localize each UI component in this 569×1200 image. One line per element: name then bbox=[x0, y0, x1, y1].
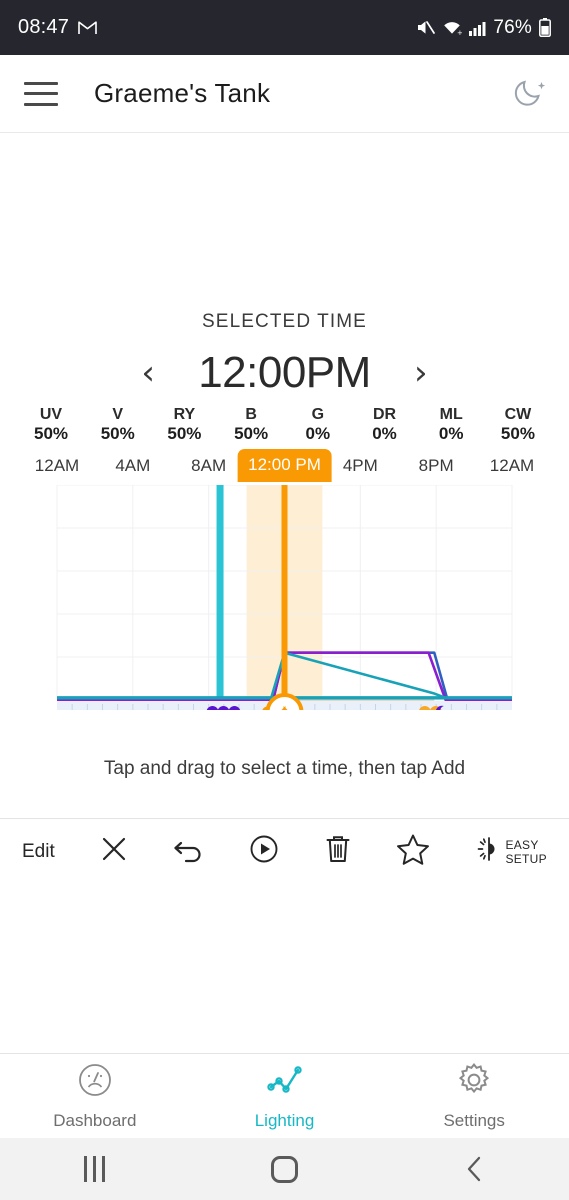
next-time-button[interactable]: › bbox=[409, 356, 433, 390]
brightness-half-icon bbox=[473, 834, 499, 869]
status-bar-left: 08:47 bbox=[18, 16, 97, 39]
nav-item-dashboard[interactable]: Dashboard bbox=[0, 1054, 190, 1138]
preview-button[interactable] bbox=[248, 833, 280, 870]
x-axis-tick-label: 12AM bbox=[489, 456, 535, 475]
easy-setup-label: EASY SETUP bbox=[505, 838, 547, 866]
trash-icon bbox=[324, 833, 352, 870]
channel-name: V bbox=[112, 406, 124, 423]
easy-setup-line1: EASY bbox=[505, 837, 539, 852]
editor-toolbar: Edit EASY SETUP bbox=[0, 818, 569, 884]
x-axis-tick-label: 12AM bbox=[34, 456, 80, 475]
battery-percent-label: 76% bbox=[493, 16, 532, 38]
cellular-signal-icon bbox=[469, 20, 486, 36]
bottom-navigation: Dashboard Lighting Settings bbox=[0, 1054, 569, 1138]
channel-name: DR bbox=[372, 406, 397, 423]
page-title: Graeme's Tank bbox=[94, 78, 271, 108]
line-chart-icon bbox=[265, 1061, 305, 1104]
channel-name: CW bbox=[504, 406, 532, 423]
nav-label-lighting: Lighting bbox=[254, 1111, 315, 1130]
channel-value: 50% bbox=[500, 424, 535, 443]
easy-setup-line2: SETUP bbox=[505, 851, 547, 866]
favorite-button[interactable] bbox=[396, 833, 430, 871]
status-bar-right: + 76% bbox=[416, 17, 551, 39]
channel-name: G bbox=[311, 406, 325, 423]
nav-item-settings[interactable]: Settings bbox=[379, 1054, 569, 1138]
selected-time-label: SELECTED TIME bbox=[202, 311, 367, 332]
chart-x-axis-labels: 12AM 4AM 8AM 12:00 PM 4PM 8PM 12AM bbox=[0, 449, 569, 485]
edit-label: Edit bbox=[22, 840, 55, 862]
x-axis-tick-label: 8AM bbox=[191, 456, 227, 475]
gauge-icon bbox=[76, 1061, 114, 1104]
recents-icon[interactable] bbox=[0, 1156, 190, 1182]
gmail-icon bbox=[78, 20, 97, 35]
channel-value: 50% bbox=[33, 424, 69, 443]
status-bar-clock: 08:47 bbox=[18, 16, 70, 38]
channel-g[interactable]: G 0% bbox=[285, 405, 351, 444]
moon-icon[interactable] bbox=[511, 73, 547, 114]
close-button[interactable] bbox=[99, 834, 129, 869]
channel-ry[interactable]: RY 50% bbox=[151, 405, 217, 444]
mute-icon bbox=[416, 19, 436, 36]
channel-value: 50% bbox=[167, 424, 202, 443]
delete-button[interactable] bbox=[324, 833, 352, 870]
home-icon[interactable] bbox=[190, 1155, 380, 1183]
app-root: 08:47 + 76% Graeme's Tank SELECTED TIME … bbox=[0, 0, 569, 1200]
chart-svg[interactable] bbox=[0, 484, 569, 731]
play-circle-icon bbox=[248, 833, 280, 870]
hamburger-menu-icon[interactable] bbox=[24, 81, 58, 106]
close-x-icon bbox=[99, 834, 129, 869]
star-outline-icon bbox=[396, 833, 430, 871]
channel-name: ML bbox=[439, 406, 463, 423]
gear-icon bbox=[455, 1061, 493, 1104]
app-bar: Graeme's Tank bbox=[0, 55, 569, 133]
channel-dr[interactable]: DR 0% bbox=[352, 405, 418, 444]
nav-label-dashboard: Dashboard bbox=[53, 1111, 137, 1130]
channel-values-row: UV 50% V 50% RY 50% B 50% G 0% DR 0% ML … bbox=[18, 405, 551, 444]
x-axis-tick-label: 8PM bbox=[418, 456, 454, 475]
x-axis-tick-label: 4PM bbox=[342, 456, 378, 475]
channel-cw[interactable]: CW 50% bbox=[485, 405, 551, 444]
undo-button[interactable] bbox=[172, 835, 204, 868]
channel-value: 0% bbox=[372, 424, 397, 443]
channel-b[interactable]: B 50% bbox=[218, 405, 284, 444]
chart-plot-area[interactable] bbox=[0, 484, 569, 731]
channel-v[interactable]: V 50% bbox=[85, 405, 151, 444]
android-navigation-bar bbox=[0, 1138, 569, 1200]
channel-value: 0% bbox=[305, 424, 331, 443]
easy-setup-button[interactable]: EASY SETUP bbox=[473, 834, 547, 869]
channel-value: 50% bbox=[100, 424, 135, 443]
svg-text:+: + bbox=[457, 29, 462, 36]
chart-hint-text: Tap and drag to select a time, then tap … bbox=[103, 758, 466, 779]
back-chevron-icon[interactable] bbox=[379, 1154, 569, 1184]
nav-item-lighting[interactable]: Lighting bbox=[190, 1054, 380, 1138]
status-bar: 08:47 + 76% bbox=[0, 0, 569, 55]
channel-ml[interactable]: ML 0% bbox=[418, 405, 484, 444]
undo-arrow-icon bbox=[172, 835, 204, 868]
selected-time-badge[interactable]: 12:00 PM bbox=[237, 449, 332, 482]
channel-value: 50% bbox=[234, 424, 269, 443]
prev-time-button[interactable]: ‹ bbox=[136, 356, 160, 390]
channel-name: RY bbox=[173, 406, 196, 423]
nav-label-settings: Settings bbox=[443, 1111, 505, 1130]
edit-button[interactable]: Edit bbox=[22, 841, 55, 863]
x-axis-tick-label: 4AM bbox=[115, 456, 151, 475]
channel-name: UV bbox=[39, 406, 63, 423]
selected-time-value: 12:00PM bbox=[198, 348, 371, 397]
channel-value: 0% bbox=[438, 424, 464, 443]
wifi-icon: + bbox=[442, 20, 462, 36]
battery-icon bbox=[539, 18, 551, 37]
channel-uv[interactable]: UV 50% bbox=[18, 405, 84, 444]
lighting-schedule-chart[interactable]: 12AM 4AM 8AM 12:00 PM 4PM 8PM 12AM bbox=[0, 449, 569, 745]
channel-name: B bbox=[245, 406, 257, 423]
selected-time-row: ‹ 12:00PM › bbox=[0, 348, 569, 398]
